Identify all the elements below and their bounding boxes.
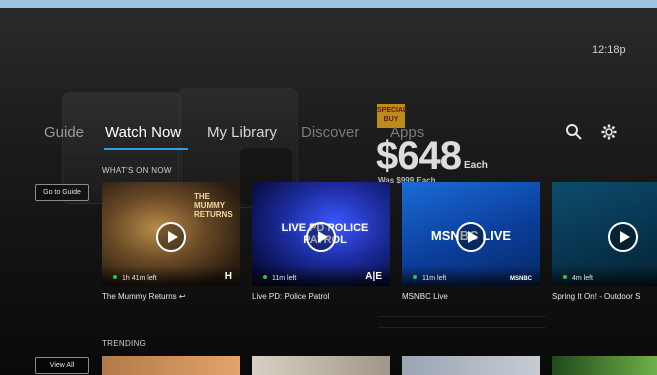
go-to-guide-button[interactable]: Go to Guide (35, 184, 89, 201)
network-logo: A|E (365, 271, 382, 282)
ad-fine-print (378, 316, 546, 328)
live-dot-icon (413, 275, 417, 279)
tile-title: MSNBC Live (402, 292, 448, 301)
tile-meta (552, 266, 657, 286)
live-dot-icon (263, 275, 267, 279)
play-icon[interactable] (456, 222, 486, 252)
top-bar (0, 0, 657, 8)
view-all-button[interactable]: View All (35, 357, 89, 374)
trending-tile[interactable] (552, 356, 657, 375)
nav-my-library[interactable]: My Library (207, 124, 277, 141)
nav-guide[interactable]: Guide (44, 124, 84, 141)
ad-price-suffix: Each (464, 160, 488, 171)
search-icon[interactable] (564, 122, 584, 142)
clock: 12:18p (592, 44, 626, 56)
tile-the-mummy-returns[interactable]: THE MUMMY RETURNS 1h 41m left H (102, 182, 240, 286)
tile-live-pd-police-patrol[interactable]: LIVE PD POLICE PATROL 11m left A|E (252, 182, 390, 286)
gear-icon[interactable] (599, 122, 619, 142)
tile-spring-it-on[interactable]: 4m left (552, 182, 657, 286)
trending-tile[interactable] (102, 356, 240, 375)
time-left: 4m left (572, 275, 594, 282)
trending-tile[interactable] (402, 356, 540, 375)
tile-caption: The Mummy Returns ↩ (102, 292, 240, 301)
section-label-on-now: WHAT'S ON NOW (102, 166, 172, 175)
nav-apps[interactable]: Apps (390, 124, 424, 141)
nav-active-underline (104, 148, 188, 150)
tile-title: Spring It On! - Outdoor S (552, 292, 641, 301)
nav-watch-now[interactable]: Watch Now (105, 124, 181, 141)
network-logo: MSNBC (510, 276, 532, 282)
trending-tile[interactable] (252, 356, 390, 375)
live-dot-icon (113, 275, 117, 279)
nav-discover[interactable]: Discover (301, 124, 359, 141)
main-nav: Guide Watch Now My Library Discover Apps (0, 124, 657, 154)
time-left: 11m left (272, 275, 297, 282)
play-icon[interactable] (156, 222, 186, 252)
time-left: 11m left (422, 275, 447, 282)
network-logo: H (224, 271, 232, 282)
section-label-trending: TRENDING (102, 339, 147, 348)
tile-title: Live PD: Police Patrol (252, 292, 330, 301)
play-icon[interactable] (608, 222, 638, 252)
tile-title: The Mummy Returns (102, 292, 177, 301)
play-icon[interactable] (306, 222, 336, 252)
time-left: 1h 41m left (122, 275, 157, 282)
live-dot-icon (563, 275, 567, 279)
tile-msnbc-live[interactable]: MSNBC LIVE 11m left MSNBC (402, 182, 540, 286)
tile-art-text: THE MUMMY RETURNS (194, 192, 233, 219)
replay-icon: ↩ (178, 292, 186, 301)
